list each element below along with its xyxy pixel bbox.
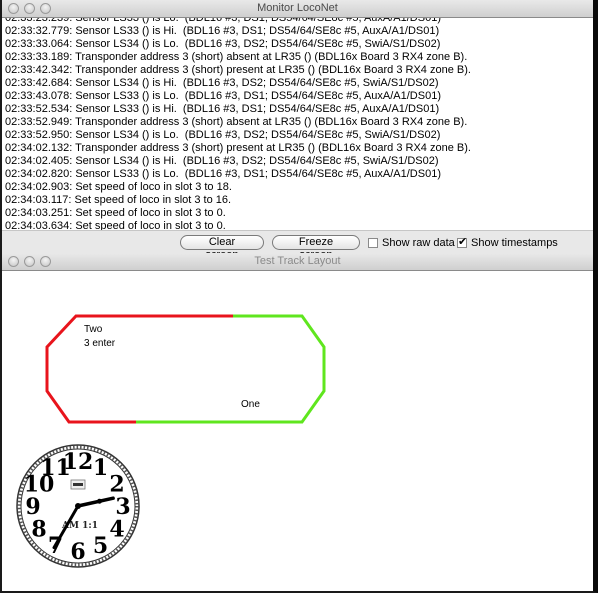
log-line: 02:34:02.132: Transponder address 3 (sho…	[5, 142, 471, 154]
layout-titlebar[interactable]: Test Track Layout	[2, 253, 593, 271]
log-pane[interactable]: 02:33:23.239: Sensor LS33 () is Lo. (BDL…	[2, 18, 593, 230]
log-line: 02:34:02.405: Sensor LS34 () is Hi. (BDL…	[5, 155, 439, 167]
log-line: 02:33:52.949: Transponder address 3 (sho…	[5, 116, 468, 128]
log-line: 02:33:42.684: Sensor LS34 () is Hi. (BDL…	[5, 77, 439, 89]
log-line: 02:34:02.903: Set speed of loco in slot …	[5, 181, 232, 193]
show-timestamps-checkbox[interactable]: ✔ Show timestamps	[457, 236, 558, 249]
monitor-titlebar[interactable]: Monitor LocoNet	[2, 0, 593, 18]
log-line: 02:33:42.342: Transponder address 3 (sho…	[5, 64, 471, 76]
clock-hour-hand-knob	[96, 498, 102, 504]
clock-numeral: 4	[109, 517, 124, 543]
clock-numeral: 1	[93, 455, 108, 481]
checkbox-label: Show timestamps	[471, 237, 558, 249]
log-line: 02:33:32.779: Sensor LS33 () is Hi. (BDL…	[5, 25, 440, 37]
log-line: 02:34:02.820: Sensor LS33 () is Lo. (BDL…	[5, 168, 441, 180]
log-text: 02:33:23.239: Sensor LS33 () is Lo. (BDL…	[5, 18, 471, 230]
track-diagram: 121234567891011AM 1:1	[16, 314, 326, 568]
checkbox-label: Show raw data	[382, 237, 455, 249]
clock-numeral: 5	[93, 533, 108, 559]
log-line: 02:34:03.634: Set speed of loco in slot …	[5, 220, 226, 230]
clock-numeral: 8	[31, 517, 46, 543]
log-line: 02:34:03.251: Set speed of loco in slot …	[5, 207, 226, 219]
clock-center-pin	[75, 503, 81, 509]
clear-screen-button[interactable]: Clear screen	[180, 235, 264, 261]
log-line: 02:33:52.950: Sensor LS34 () is Lo. (BDL…	[5, 129, 441, 141]
clock-numeral: 6	[70, 539, 85, 565]
log-line: 02:33:23.239: Sensor LS33 () is Lo. (BDL…	[5, 18, 441, 24]
log-line: 02:33:33.189: Transponder address 3 (sho…	[5, 51, 468, 63]
block-label-two[interactable]: Two	[84, 324, 102, 335]
checkbox-box[interactable]: ✔	[457, 236, 468, 248]
clock-numeral: 9	[25, 494, 40, 520]
locomotive-logo-body	[73, 483, 83, 486]
fast-clock[interactable]: 121234567891011AM 1:1	[16, 444, 140, 568]
log-line: 02:34:03.117: Set speed of loco in slot …	[5, 194, 232, 206]
window-title: Test Track Layout	[254, 255, 341, 267]
block-label-one[interactable]: One	[241, 399, 260, 410]
block-label-two-occupant[interactable]: 3 enter	[84, 338, 115, 349]
log-line: 02:33:43.078: Sensor LS33 () is Lo. (BDL…	[5, 90, 441, 102]
track-segment-one[interactable]	[136, 314, 326, 424]
freeze-screen-button[interactable]: Freeze screen	[272, 235, 360, 261]
show-raw-data-checkbox[interactable]: Show raw data	[368, 237, 455, 249]
checkbox-box[interactable]	[368, 238, 378, 248]
log-line: 02:33:52.534: Sensor LS33 () is Hi. (BDL…	[5, 103, 440, 115]
monitor-toolbar: Clear screen Freeze screen Show raw data…	[2, 230, 593, 261]
log-line: 02:33:33.064: Sensor LS34 () is Lo. (BDL…	[5, 38, 441, 50]
track-layout-panel: 121234567891011AM 1:1 Two 3 enter One	[2, 271, 593, 591]
window-title: Monitor LocoNet	[257, 2, 338, 14]
checkmark-icon: ✔	[458, 236, 468, 248]
clock-numeral: 11	[40, 455, 71, 481]
track-segment-two[interactable]	[45, 314, 233, 424]
